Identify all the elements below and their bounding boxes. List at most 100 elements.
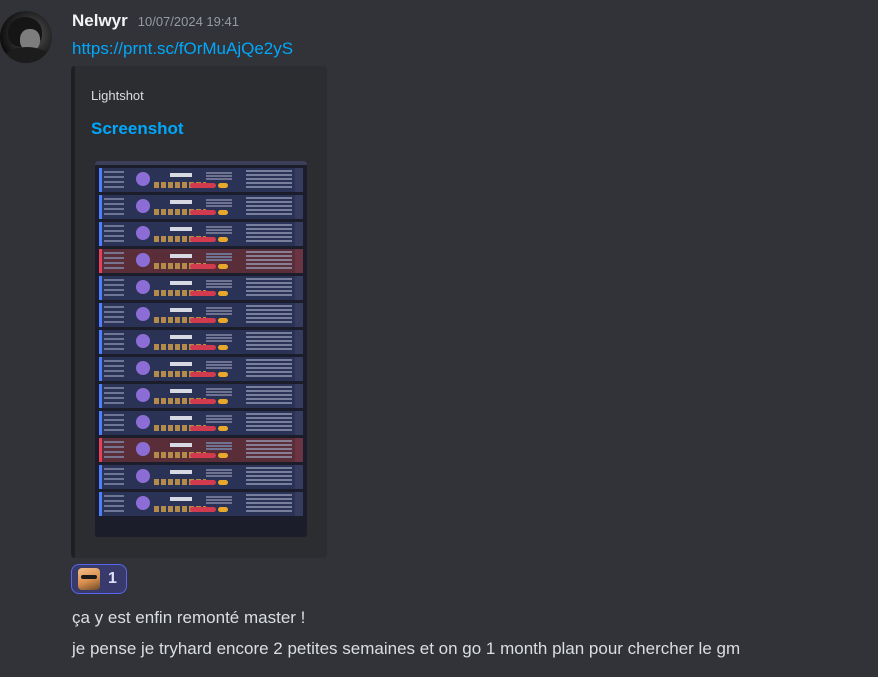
reaction-count: 1: [108, 570, 117, 587]
match-row-mid: [206, 226, 232, 235]
match-row-champ: [136, 253, 150, 267]
match-row-champ: [136, 199, 150, 213]
match-row-champ: [136, 496, 150, 510]
match-row-kda: [170, 497, 192, 501]
match-row-tag: [190, 264, 216, 269]
embed-title[interactable]: Screenshot: [91, 119, 184, 139]
match-row-tag2: [218, 318, 228, 323]
match-history-list: [95, 168, 307, 516]
match-row-players: [246, 467, 292, 487]
match-row-tag: [190, 426, 216, 431]
match-row-side: [295, 492, 303, 516]
match-row-champ: [136, 280, 150, 294]
message-link[interactable]: https://prnt.sc/fOrMuAjQe2yS: [72, 39, 293, 59]
match-row-players: [246, 386, 292, 406]
match-row-tag: [190, 237, 216, 242]
match-row: [99, 195, 303, 219]
match-row-kda: [170, 308, 192, 312]
match-row-champ: [136, 388, 150, 402]
avatar[interactable]: [0, 11, 52, 63]
match-row: [99, 411, 303, 435]
match-row: [99, 438, 303, 462]
match-row-tag2: [218, 237, 228, 242]
match-row-meta: [104, 279, 124, 297]
match-row-players: [246, 359, 292, 379]
match-row: [99, 384, 303, 408]
match-row-side: [295, 330, 303, 354]
match-row-mid: [206, 280, 232, 289]
match-row-tag2: [218, 210, 228, 215]
match-row-players: [246, 413, 292, 433]
match-row-champ: [136, 361, 150, 375]
timestamp[interactable]: 10/07/2024 19:41: [138, 14, 239, 29]
match-row-meta: [104, 387, 124, 405]
match-row-kda: [170, 335, 192, 339]
match-row-tag2: [218, 453, 228, 458]
match-row-champ: [136, 469, 150, 483]
match-row-players: [246, 197, 292, 217]
match-row-champ: [136, 307, 150, 321]
match-row-tag: [190, 372, 216, 377]
match-row-side: [295, 303, 303, 327]
match-row-meta: [104, 306, 124, 324]
match-row-champ: [136, 334, 150, 348]
reaction-button[interactable]: 1: [71, 564, 127, 594]
match-row-kda: [170, 389, 192, 393]
match-row-tag: [190, 291, 216, 296]
match-row-tag: [190, 345, 216, 350]
match-row-champ: [136, 442, 150, 456]
match-row-tag2: [218, 399, 228, 404]
match-row: [99, 465, 303, 489]
embed-provider: Lightshot: [91, 88, 144, 103]
match-row-players: [246, 278, 292, 298]
match-row-players: [246, 305, 292, 325]
match-row-meta: [104, 468, 124, 486]
match-row-mid: [206, 388, 232, 397]
match-row-kda: [170, 281, 192, 285]
match-row: [99, 492, 303, 516]
match-row-players: [246, 332, 292, 352]
match-row-meta: [104, 360, 124, 378]
match-row-champ: [136, 226, 150, 240]
match-row-tag2: [218, 507, 228, 512]
match-row-tag2: [218, 480, 228, 485]
match-row-mid: [206, 172, 232, 181]
match-row-side: [295, 411, 303, 435]
match-row-kda: [170, 254, 192, 258]
match-row-tag: [190, 453, 216, 458]
match-row-meta: [104, 441, 124, 459]
match-row-meta: [104, 252, 124, 270]
match-row-tag2: [218, 426, 228, 431]
match-row-mid: [206, 253, 232, 262]
match-row-mid: [206, 199, 232, 208]
match-row-mid: [206, 361, 232, 370]
match-row-kda: [170, 443, 192, 447]
match-row-meta: [104, 495, 124, 513]
match-row-kda: [170, 362, 192, 366]
username[interactable]: Nelwyr: [72, 11, 128, 31]
cat-sunglasses-emoji-icon: [78, 568, 100, 590]
match-row: [99, 303, 303, 327]
avatar-body: [4, 47, 50, 63]
match-row-tag: [190, 210, 216, 215]
match-row-side: [295, 249, 303, 273]
match-row-side: [295, 168, 303, 192]
message-line-2: je pense je tryhard encore 2 petites sem…: [72, 639, 741, 658]
match-row-kda: [170, 470, 192, 474]
match-row-tag: [190, 399, 216, 404]
match-row-side: [295, 222, 303, 246]
embed-image[interactable]: [95, 161, 307, 537]
match-row-side: [295, 357, 303, 381]
match-row-tag: [190, 480, 216, 485]
match-row-mid: [206, 469, 232, 478]
match-row: [99, 357, 303, 381]
match-row-tag2: [218, 291, 228, 296]
match-row-champ: [136, 415, 150, 429]
match-row-meta: [104, 333, 124, 351]
match-row: [99, 168, 303, 192]
match-row-tag2: [218, 264, 228, 269]
match-row-tag: [190, 507, 216, 512]
match-row-side: [295, 195, 303, 219]
match-row-mid: [206, 307, 232, 316]
match-row: [99, 222, 303, 246]
